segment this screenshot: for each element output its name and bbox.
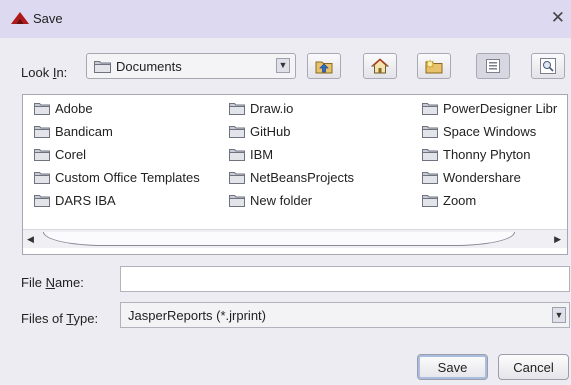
folder-icon xyxy=(34,102,50,115)
folder-icon xyxy=(422,148,438,161)
folder-icon xyxy=(34,171,50,184)
save-dialog: Look In: Documents ▼ Adobe Bandicam Core… xyxy=(0,38,571,385)
chevron-down-icon[interactable]: ▼ xyxy=(276,58,290,73)
scroll-right-icon[interactable]: ▶ xyxy=(554,234,561,245)
file-type-combo[interactable]: JasperReports (*.jrprint) ▼ xyxy=(120,302,570,328)
folder-icon xyxy=(94,61,111,73)
list-item[interactable]: New folder xyxy=(229,191,312,209)
home-button[interactable] xyxy=(363,53,397,79)
list-item[interactable]: DARS IBA xyxy=(34,191,116,209)
folder-icon xyxy=(229,102,245,115)
list-item[interactable]: Bandicam xyxy=(34,122,113,140)
save-button[interactable]: Save xyxy=(417,354,488,380)
look-in-value: Documents xyxy=(116,59,182,74)
file-list[interactable]: Adobe Bandicam Corel Custom Office Templ… xyxy=(22,94,568,255)
folder-icon xyxy=(229,194,245,207)
list-view-button[interactable] xyxy=(476,53,510,79)
details-view-icon xyxy=(540,58,556,74)
list-item[interactable]: NetBeansProjects xyxy=(229,168,354,186)
scrollbar-thumb[interactable] xyxy=(43,232,515,246)
list-item[interactable]: GitHub xyxy=(229,122,290,140)
app-logo-icon xyxy=(11,12,29,24)
folder-icon xyxy=(34,148,50,161)
file-list-viewport: Adobe Bandicam Corel Custom Office Templ… xyxy=(23,95,567,229)
up-one-level-icon xyxy=(315,61,333,74)
list-item[interactable]: Custom Office Templates xyxy=(34,168,200,186)
file-name-input[interactable] xyxy=(120,266,570,292)
folder-icon xyxy=(422,102,438,115)
list-item[interactable]: Corel xyxy=(34,145,86,163)
chevron-down-icon[interactable]: ▼ xyxy=(552,307,566,323)
list-item[interactable]: Adobe xyxy=(34,99,93,117)
file-type-value: JasperReports (*.jrprint) xyxy=(128,308,266,323)
list-item[interactable]: Zoom xyxy=(422,191,476,209)
folder-icon xyxy=(422,125,438,138)
cancel-button[interactable]: Cancel xyxy=(498,354,569,380)
file-name-label: File Name: xyxy=(21,275,84,290)
folder-icon xyxy=(229,125,245,138)
horizontal-scrollbar[interactable]: ◀ ▶ xyxy=(23,229,567,248)
look-in-label: Look In: xyxy=(21,65,68,80)
close-button[interactable]: ✕ xyxy=(551,8,565,28)
list-item[interactable]: Draw.io xyxy=(229,99,293,117)
list-item[interactable]: Thonny Phyton xyxy=(422,145,530,163)
list-item[interactable]: Wondershare xyxy=(422,168,521,186)
new-folder-icon xyxy=(425,59,443,74)
folder-icon xyxy=(34,194,50,207)
new-folder-button[interactable] xyxy=(417,53,451,79)
folder-icon xyxy=(229,171,245,184)
title-bar: Save ✕ xyxy=(0,0,571,38)
list-item[interactable]: IBM xyxy=(229,145,273,163)
look-in-combo[interactable]: Documents ▼ xyxy=(86,53,296,79)
folder-icon xyxy=(229,148,245,161)
folder-icon xyxy=(422,171,438,184)
home-icon xyxy=(371,58,389,74)
up-one-level-button[interactable] xyxy=(307,53,341,79)
list-view-icon xyxy=(486,59,500,73)
window-title: Save xyxy=(33,11,63,26)
list-item[interactable]: PowerDesigner Libr xyxy=(422,99,557,117)
folder-icon xyxy=(34,125,50,138)
scroll-left-icon[interactable]: ◀ xyxy=(27,234,34,245)
list-item[interactable]: Space Windows xyxy=(422,122,536,140)
folder-icon xyxy=(422,194,438,207)
file-type-label: Files of Type: xyxy=(21,311,99,326)
details-view-button[interactable] xyxy=(531,53,565,79)
